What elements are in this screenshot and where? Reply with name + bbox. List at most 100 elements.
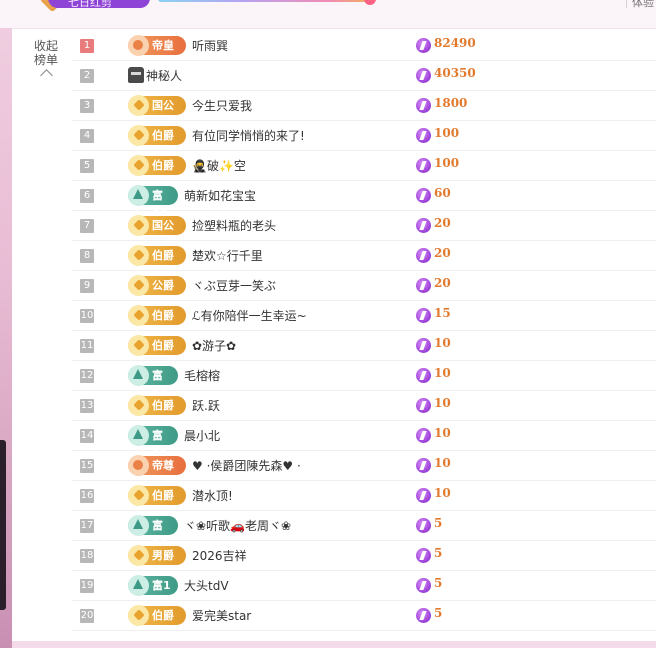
contribution-score: 5: [434, 606, 443, 620]
ranking-row[interactable]: 10 伯爵 ℒ有你陪伴一生幸运~ 15: [72, 301, 656, 331]
username[interactable]: 有位同学悄悄的来了!: [192, 127, 305, 144]
lightning-coin-icon: [416, 398, 431, 413]
noble-crown-icon: [128, 35, 149, 56]
progress-dot-icon: [364, 0, 376, 5]
username[interactable]: 🥷破✨空: [192, 157, 246, 174]
rank-number: 13: [80, 399, 94, 413]
username[interactable]: 萌新如花宝宝: [184, 187, 256, 204]
username[interactable]: 毛榕榕: [184, 367, 220, 384]
ranking-row[interactable]: 4 伯爵 有位同学悄悄的来了! 100: [72, 121, 656, 151]
ranking-row[interactable]: 8 伯爵 楚欢☆行千里 20: [72, 241, 656, 271]
contribution-score: 5: [434, 516, 443, 530]
ranking-row[interactable]: 9 公爵 ヾぶ豆芽一笑ぶ 20: [72, 271, 656, 301]
collapse-ranking-button[interactable]: 收起榜单: [28, 39, 64, 82]
badge-label: 伯爵: [152, 129, 174, 142]
lightning-coin-icon: [416, 338, 431, 353]
badge-label: 伯爵: [152, 609, 174, 622]
rank-title-badge: 富20: [128, 185, 178, 221]
lightning-coin-icon: [416, 578, 431, 593]
top-badge-label: 七日红剪: [68, 0, 112, 9]
ranking-row[interactable]: 5 伯爵 🥷破✨空 100: [72, 151, 656, 181]
noble-crown-icon: [128, 125, 149, 146]
contribution-score: 20: [434, 246, 451, 260]
ranking-row[interactable]: 3 国公 今生只爱我 1800: [72, 91, 656, 121]
collapse-label: 收起榜单: [33, 39, 58, 67]
username[interactable]: 楚欢☆行千里: [192, 247, 263, 264]
lightning-coin-icon: [416, 68, 431, 83]
rank-number: 16: [80, 489, 94, 503]
ranking-list: 1 帝皇 听雨巽 82490 2 神秘人 40350 3 国公 今生只爱我 1800 4 伯爵 有位同学悄…: [72, 31, 656, 631]
badge-label: 帝皇: [152, 39, 174, 52]
rank-number: 5: [80, 159, 94, 173]
rank-title-badge: 富20: [128, 515, 178, 551]
mystery-user-icon: [128, 67, 144, 83]
username[interactable]: 听雨巽: [192, 37, 228, 54]
rank-title-badge: 伯爵: [128, 305, 186, 326]
rank-title-badge: 富1: [128, 575, 178, 596]
rank-number: 9: [80, 279, 94, 293]
badge-label: 国公: [152, 99, 174, 112]
rank-title-badge: 伯爵: [128, 155, 186, 176]
rank-number: 10: [80, 309, 94, 323]
ranking-row[interactable]: 7 国公 捡塑料瓶的老头 20: [72, 211, 656, 241]
rank-title-badge: 富11: [128, 425, 178, 461]
noble-crown-icon: [128, 455, 149, 476]
lightning-coin-icon: [416, 98, 431, 113]
lightning-coin-icon: [416, 188, 431, 203]
rank-number: 4: [80, 129, 94, 143]
noble-crown-icon: [128, 245, 149, 266]
ranking-row[interactable]: 20 伯爵 爱完美star 5: [72, 601, 656, 631]
lightning-coin-icon: [416, 248, 431, 263]
rank-title-badge: 公爵: [128, 275, 186, 296]
username[interactable]: 捡塑料瓶的老头: [192, 217, 276, 234]
ranking-row[interactable]: 13 伯爵 跃.跃 10: [72, 391, 656, 421]
username[interactable]: 潜水顶!: [192, 487, 233, 504]
ranking-row[interactable]: 6 富20 萌新如花宝宝 60: [72, 181, 656, 221]
chevron-up-icon: [39, 69, 53, 82]
wealth-level-icon: [128, 185, 149, 206]
username[interactable]: ヾぶ豆芽一笑ぶ: [192, 277, 276, 294]
contribution-score: 15: [434, 306, 451, 320]
username[interactable]: 晨小北: [184, 427, 220, 444]
ranking-row[interactable]: 12 富16 毛榕榕 10: [72, 361, 656, 401]
username[interactable]: 爱完美star: [192, 607, 251, 624]
username[interactable]: ヾ❀听歌🚗老周ヾ❀: [184, 517, 291, 534]
username[interactable]: 今生只爱我: [192, 97, 252, 114]
username[interactable]: 跃.跃: [192, 397, 220, 414]
contribution-score: 10: [434, 336, 451, 350]
contribution-score: 20: [434, 216, 451, 230]
rank-number: 19: [80, 579, 94, 593]
badge-label: 伯爵: [152, 249, 174, 262]
top-right-label[interactable]: 体验: [632, 0, 654, 10]
badge-label: 帝尊: [152, 459, 174, 472]
rank-title-badge: 伯爵: [128, 335, 186, 356]
lightning-coin-icon: [416, 278, 431, 293]
username[interactable]: ✿游子✿: [192, 337, 236, 354]
ranking-row[interactable]: 17 富20 ヾ❀听歌🚗老周ヾ❀ 5: [72, 511, 656, 551]
ranking-row[interactable]: 18 男爵 2026吉祥 5: [72, 541, 656, 571]
ranking-row[interactable]: 15 帝尊 ♥ ·侯爵团陳先森♥ · 10: [72, 451, 656, 481]
ranking-row[interactable]: 11 伯爵 ✿游子✿ 10: [72, 331, 656, 361]
ranking-row[interactable]: 1 帝皇 听雨巽 82490: [72, 31, 656, 61]
ranking-row[interactable]: 2 神秘人 40350: [72, 61, 656, 91]
rank-number: 7: [80, 219, 94, 233]
rank-title-badge: 伯爵: [128, 605, 186, 626]
ranking-row[interactable]: 14 富11 晨小北 10: [72, 421, 656, 461]
ranking-row[interactable]: 19 富1 大头tdV 5: [72, 571, 656, 601]
rank-title-badge: 国公: [128, 95, 186, 116]
lightning-coin-icon: [416, 488, 431, 503]
rank-title-badge: 伯爵: [128, 125, 186, 146]
username[interactable]: 2026吉祥: [192, 547, 247, 564]
rank-title-badge: 伯爵: [128, 245, 186, 266]
noble-crown-icon: [128, 485, 149, 506]
ranking-row[interactable]: 16 伯爵 潜水顶! 10: [72, 481, 656, 511]
username[interactable]: 神秘人: [146, 67, 182, 84]
rank-title-badge: 帝尊: [128, 455, 186, 476]
username[interactable]: 大头tdV: [184, 577, 229, 594]
noble-crown-icon: [128, 95, 149, 116]
contribution-score: 100: [434, 156, 460, 170]
username[interactable]: ℒ有你陪伴一生幸运~: [192, 307, 307, 324]
contribution-score: 82490: [434, 36, 476, 50]
top-bar: 七日红剪 体验: [0, 0, 656, 28]
username[interactable]: ♥ ·侯爵团陳先森♥ ·: [192, 457, 301, 474]
